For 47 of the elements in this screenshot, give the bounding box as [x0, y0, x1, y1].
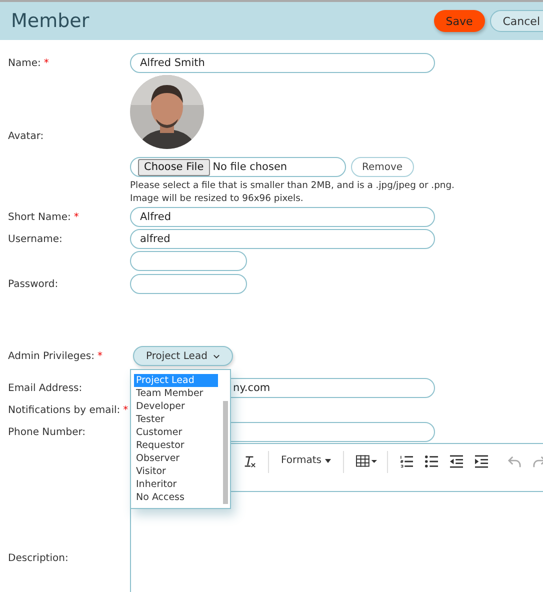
formats-menu[interactable]: Formats: [281, 455, 332, 466]
numbered-list-icon[interactable]: [400, 455, 414, 468]
dropdown-option[interactable]: No Access: [134, 491, 218, 504]
field-label: Short Name:: [8, 212, 71, 222]
choose-file-button[interactable]: Choose File: [138, 158, 210, 176]
remove-button[interactable]: Remove: [351, 157, 414, 177]
field-label: Avatar:: [8, 131, 44, 142]
dropdown-option[interactable]: Tester: [134, 413, 218, 426]
field-label: Phone Number:: [8, 426, 86, 438]
indent-icon[interactable]: [475, 455, 488, 468]
field-label: Username:: [8, 234, 62, 244]
file-field[interactable]: Choose File No file chosen: [130, 157, 346, 177]
required-mark: *: [74, 212, 79, 222]
field-label: Notifications by email:: [8, 404, 120, 416]
dropdown-option[interactable]: Inheritor: [134, 478, 218, 491]
help-text: Image will be resized to 96x96 pixels.: [130, 192, 304, 205]
file-status: No file chosen: [212, 161, 288, 173]
password-field[interactable]: [130, 274, 247, 294]
clear-format-icon[interactable]: [243, 455, 256, 468]
bulleted-list-icon[interactable]: [425, 455, 438, 468]
dropdown-option[interactable]: Visitor: [134, 465, 218, 478]
field-label: Email Address:: [8, 382, 82, 394]
field-label: Name:: [8, 58, 41, 68]
page-title: Member: [11, 10, 90, 32]
help-text: Please select a file that is smaller than 2MB, and is a .jpg/jpeg or .png.: [130, 179, 454, 192]
text-field[interactable]: Alfred: [130, 207, 435, 227]
dropdown-option[interactable]: Observer: [134, 452, 218, 465]
role-dropdown[interactable]: Project Lead: [133, 346, 234, 366]
required-mark: *: [44, 58, 49, 68]
table-icon[interactable]: [356, 455, 378, 467]
save-button[interactable]: Save: [434, 10, 485, 32]
dropdown-option[interactable]: Customer: [134, 426, 218, 439]
dropdown-option[interactable]: Team Member: [134, 387, 218, 400]
required-mark: *: [98, 350, 102, 362]
text-field[interactable]: alfred: [130, 229, 435, 249]
dropdown-option[interactable]: Developer: [134, 400, 218, 413]
caret-icon: [213, 354, 220, 358]
field-label: Password:: [8, 279, 58, 290]
cancel-button[interactable]: Cancel: [490, 10, 543, 32]
outdent-icon[interactable]: [450, 455, 464, 468]
field-label: Admin Privileges:: [8, 350, 94, 362]
text-field[interactable]: Alfred Smith: [130, 53, 435, 73]
field-label: Description:: [8, 553, 68, 564]
required-mark: *: [123, 404, 128, 416]
password-field[interactable]: [130, 251, 247, 271]
scrollbar[interactable]: [223, 401, 228, 504]
caret-icon: [325, 458, 332, 462]
